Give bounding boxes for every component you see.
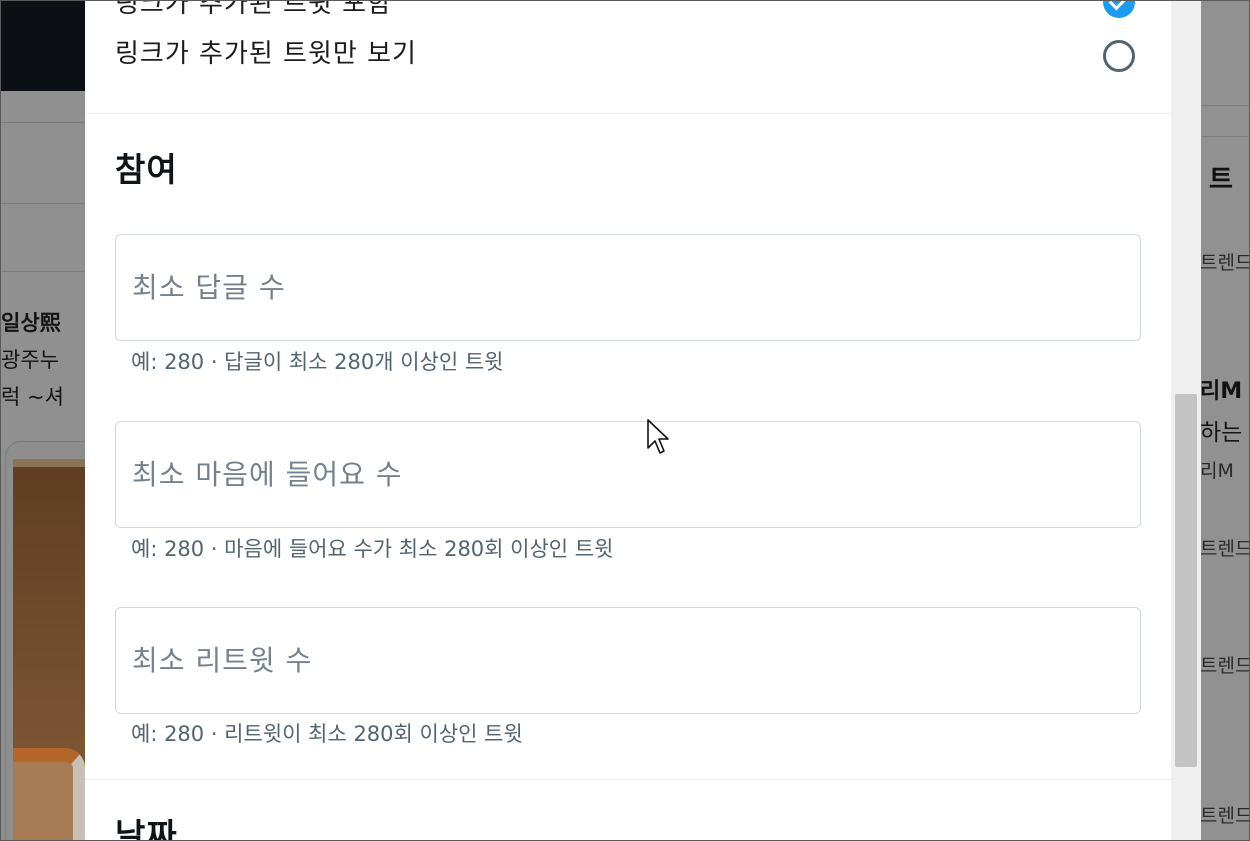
- radio-unchecked-icon[interactable]: [1103, 40, 1135, 72]
- option-include-links-label: 링크가 추가된 트윗 포함: [115, 0, 392, 19]
- min-retweets-field[interactable]: [115, 607, 1141, 714]
- background-header-bar: [1, 1, 85, 91]
- radio-checked-icon[interactable]: [1103, 1, 1135, 18]
- background-trends-heading: 트: [1209, 165, 1233, 195]
- engagement-section-title: 참여: [115, 150, 178, 189]
- min-likes-hint: 예: 280 · 마음에 들어요 수가 최소 280회 이상인 트윗: [131, 537, 614, 561]
- background-tweet-text-line: 럭 ~셔: [1, 385, 64, 409]
- background-account-handle: 리M: [1200, 460, 1234, 482]
- option-links-only-label: 링크가 추가된 트윗만 보기: [115, 39, 417, 69]
- background-trend-label: 트렌드: [1200, 538, 1250, 560]
- background-trend-label: 트렌드: [1200, 655, 1250, 677]
- min-replies-hint: 예: 280 · 답글이 최소 280개 이상인 트윗: [131, 350, 504, 374]
- option-include-links[interactable]: 링크가 추가된 트윗 포함: [115, 0, 1145, 24]
- min-likes-field[interactable]: [115, 421, 1141, 528]
- background-tweet-text-line: 광주누: [1, 348, 59, 372]
- date-section-title: 날짜: [115, 816, 178, 841]
- background-trend-label: 트렌드: [1200, 805, 1250, 827]
- modal-scrollbar-thumb[interactable]: [1175, 394, 1197, 767]
- min-replies-input[interactable]: [116, 235, 1140, 340]
- min-retweets-input[interactable]: [116, 608, 1140, 713]
- background-account-desc: 하는: [1200, 420, 1243, 446]
- section-divider: [85, 779, 1171, 780]
- screen: 일상熙 광주누 럭 ~셔 트 트렌드 리M 하는 리M 트렌드 트렌드 트렌드 …: [0, 0, 1250, 841]
- min-likes-input[interactable]: [116, 422, 1140, 527]
- background-photo: [13, 459, 93, 840]
- background-trend-label: 트렌드: [1200, 252, 1250, 274]
- option-links-only[interactable]: 링크가 추가된 트윗만 보기: [115, 34, 1145, 74]
- background-account-name: 리M: [1200, 379, 1243, 404]
- min-retweets-hint: 예: 280 · 리트윗이 최소 280회 이상인 트윗: [131, 722, 523, 746]
- section-divider: [85, 113, 1171, 114]
- background-tweet-author: 일상熙: [1, 311, 61, 335]
- mouse-pointer-icon: [647, 419, 669, 454]
- min-replies-field[interactable]: [115, 234, 1141, 341]
